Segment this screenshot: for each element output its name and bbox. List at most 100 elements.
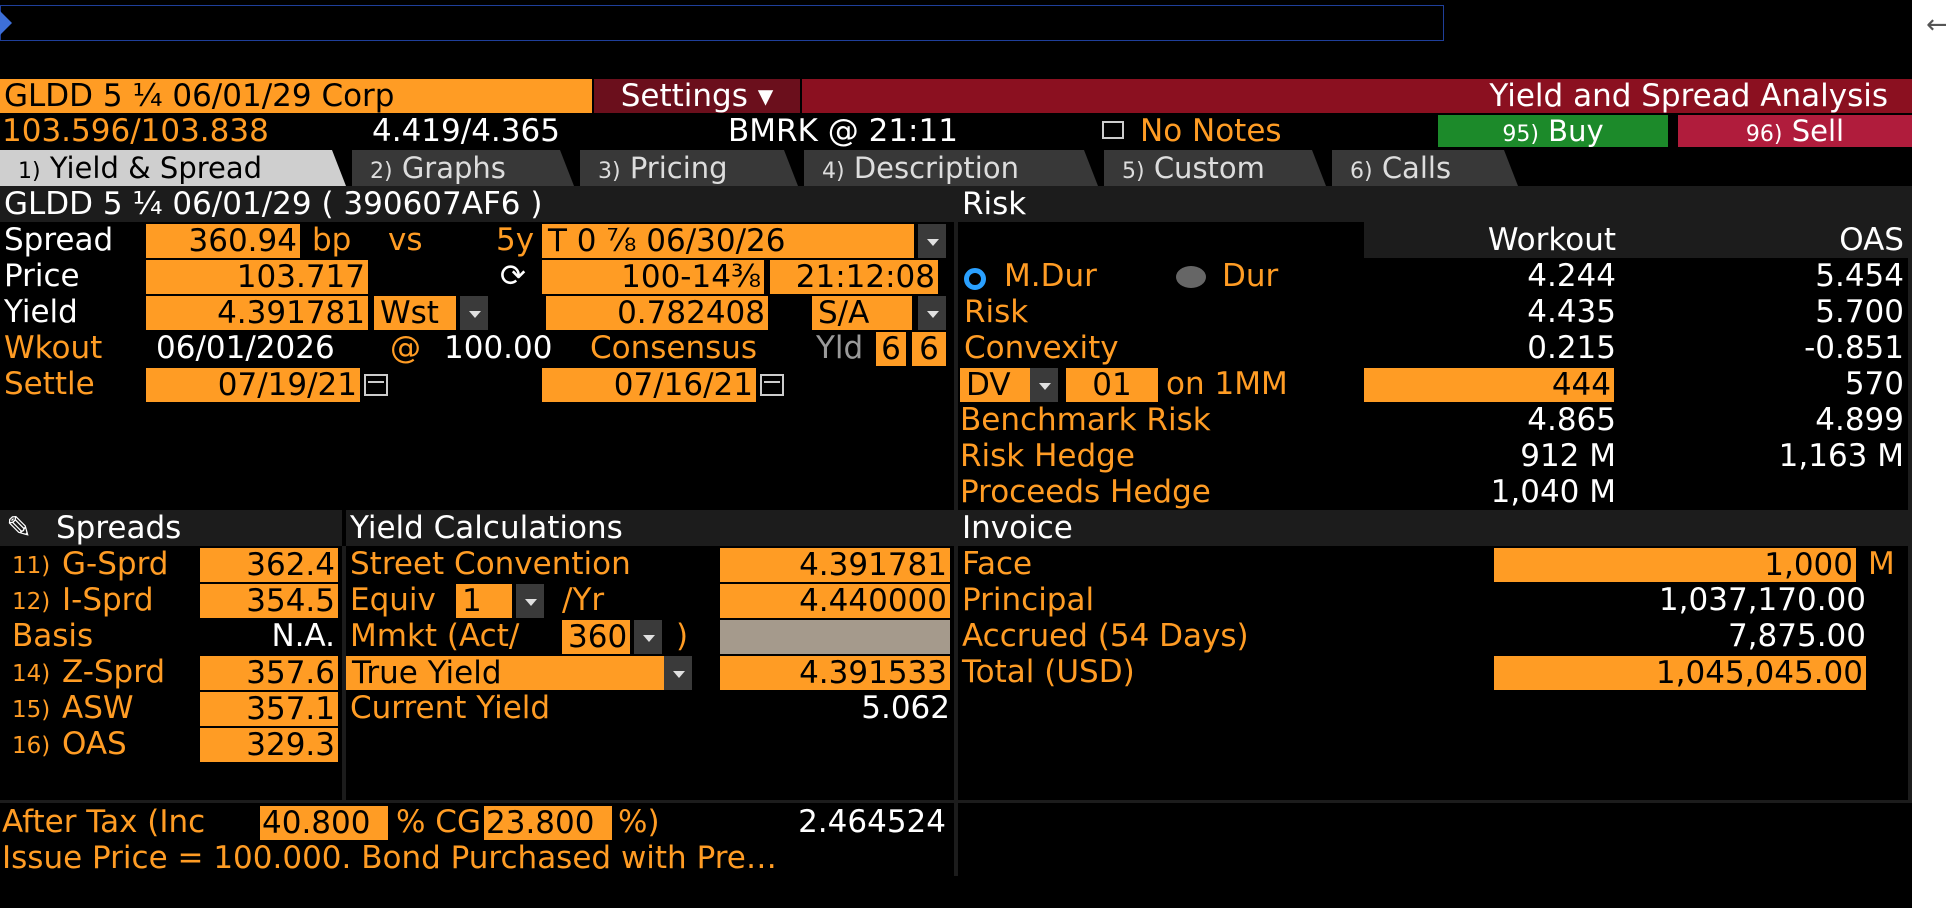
tab-yield-spread[interactable]: 1) Yield & Spread	[0, 150, 346, 186]
spread-row-label[interactable]: ASW	[62, 690, 134, 726]
aftertax-result: 2.464524	[798, 804, 946, 840]
settle-date-input[interactable]: 07/19/21	[146, 368, 360, 402]
command-line[interactable]	[0, 5, 1444, 41]
spread-row-num: 14)	[12, 661, 51, 687]
security-field[interactable]: GLDD 5 ¼ 06/01/29 Corp	[0, 79, 592, 113]
tab-label: Yield & Spread	[49, 151, 263, 185]
aftertax-cg-field[interactable]: 23.800	[484, 806, 612, 840]
mdur-radio[interactable]	[964, 268, 986, 290]
mmkt-basis-dropdown[interactable]	[634, 620, 662, 654]
spread-row-num: 15)	[12, 697, 51, 723]
risk-hedge-oas-value: 1,163	[1778, 438, 1868, 474]
equiv-frequency-dropdown[interactable]	[516, 584, 544, 618]
spread-row-value: 357.6	[200, 656, 338, 690]
face-label: Face	[962, 546, 1033, 582]
compounding-field[interactable]: S/A	[812, 296, 912, 330]
wkout-at: @	[390, 330, 421, 366]
bond-heading: GLDD 5 ¼ 06/01/29 ( 390607AF6 )	[4, 186, 543, 222]
spread-row-label[interactable]: G-Sprd	[62, 546, 168, 582]
mmkt-close: )	[676, 618, 689, 654]
invoice-heading: Invoice	[962, 510, 1073, 546]
dv-dropdown[interactable]	[1030, 368, 1058, 402]
aftertax-income-field[interactable]: 40.800	[260, 806, 388, 840]
workout-column-header: Workout	[1487, 222, 1616, 258]
settings-button[interactable]: Settings ▾	[594, 79, 800, 113]
benchmark-risk-label: Benchmark Risk	[960, 402, 1211, 438]
yield-label: Yield	[4, 294, 78, 330]
dur-label: Dur	[1222, 258, 1279, 294]
benchmark-settle-input[interactable]: 07/16/21	[542, 368, 756, 402]
risk-hedge-label: Risk Hedge	[960, 438, 1135, 474]
tab-label: Description	[853, 151, 1019, 185]
tab-calls[interactable]: 6) Calls	[1332, 150, 1518, 186]
calendar-icon[interactable]	[760, 374, 784, 396]
proceeds-hedge-value: 1,040	[1490, 474, 1580, 510]
refresh-icon[interactable]: ⟳	[500, 258, 526, 294]
spread-row-label[interactable]: OAS	[62, 726, 127, 762]
compounding-dropdown[interactable]	[918, 296, 946, 330]
yld-field-b[interactable]: 6	[912, 332, 946, 366]
tab-custom[interactable]: 5) Custom	[1104, 150, 1326, 186]
price-input[interactable]: 103.717	[146, 260, 368, 294]
tab-description[interactable]: 4) Description	[804, 150, 1098, 186]
mmkt-basis-field[interactable]: 360	[562, 620, 630, 654]
spread-row-num: 12)	[12, 589, 51, 615]
benchmark-time: 21:12:08	[770, 260, 938, 294]
dur-radio[interactable]	[1176, 266, 1206, 288]
benchmark-risk-oas: 4.899	[1815, 402, 1904, 438]
buy-label: Buy	[1548, 114, 1604, 148]
current-yield-label: Current Yield	[350, 690, 551, 726]
proceeds-hedge-label: Proceeds Hedge	[960, 474, 1211, 510]
dv-field[interactable]: DV	[960, 368, 1036, 402]
spread-row-label[interactable]: I-Sprd	[62, 582, 154, 618]
sell-number: 96)	[1745, 122, 1783, 147]
benchmark-price-input[interactable]: 100-14⅜	[542, 260, 764, 294]
risk-label: Risk	[964, 294, 1029, 330]
spread-row-value: 357.1	[200, 692, 338, 726]
price-label: Price	[4, 258, 80, 294]
dv-workout: 444	[1364, 368, 1614, 402]
tab-label: Calls	[1381, 151, 1452, 185]
consensus-label: Consensus	[590, 330, 758, 366]
spread-unit: bp	[312, 222, 352, 258]
settle-label: Settle	[4, 366, 95, 402]
unit-label: M	[1589, 438, 1616, 474]
equiv-frequency-field[interactable]: 1	[456, 584, 512, 618]
calendar-icon[interactable]	[364, 374, 388, 396]
true-yield-field[interactable]: True Yield	[346, 656, 664, 690]
tab-label: Custom	[1153, 151, 1265, 185]
benchmark-dropdown[interactable]	[918, 224, 946, 258]
principal-label: Principal	[962, 582, 1095, 618]
tab-pricing[interactable]: 3) Pricing	[580, 150, 798, 186]
true-yield-dropdown[interactable]	[664, 656, 692, 690]
total-label: Total (USD)	[962, 654, 1135, 690]
benchmark-input[interactable]: T 0 ⅞ 06/30/26	[542, 224, 914, 258]
tab-number: 4)	[822, 159, 845, 184]
yield-type-dropdown[interactable]	[460, 296, 488, 330]
equiv-per-year: /Yr	[562, 582, 605, 618]
face-input[interactable]: 1,000	[1494, 548, 1856, 582]
aftertax-close: %)	[618, 804, 660, 840]
tab-graphs[interactable]: 2) Graphs	[352, 150, 574, 186]
back-arrow-icon[interactable]: ←	[1926, 10, 1946, 40]
yld-field-a[interactable]: 6	[876, 332, 906, 366]
yield-input[interactable]: 4.391781	[146, 296, 368, 330]
spread-input[interactable]: 360.94	[146, 224, 300, 258]
risk-hedge-workout-value: 912	[1520, 438, 1580, 474]
source-time: BMRK @ 21:11	[728, 113, 958, 149]
principal-value: 1,037,170.00	[1658, 582, 1866, 618]
edit-icon[interactable]: ✎	[6, 510, 32, 546]
dv-value-field[interactable]: 01	[1066, 368, 1158, 402]
spread-row-label[interactable]: Z-Sprd	[62, 654, 165, 690]
face-unit: M	[1868, 546, 1895, 582]
notes-link[interactable]: No Notes	[1140, 113, 1282, 149]
issue-note: Issue Price = 100.000. Bond Purchased wi…	[2, 840, 777, 876]
street-convention-label: Street Convention	[350, 546, 631, 582]
buy-button[interactable]: 95) Buy	[1438, 115, 1668, 147]
benchmark-yield-input[interactable]: 0.782408	[546, 296, 768, 330]
total-value: 1,045,045.00	[1494, 656, 1866, 690]
divider	[954, 802, 958, 876]
yield-type-field[interactable]: Wst	[374, 296, 456, 330]
sell-button[interactable]: 96) Sell	[1678, 115, 1912, 147]
spread-row-value: 329.3	[200, 728, 338, 762]
